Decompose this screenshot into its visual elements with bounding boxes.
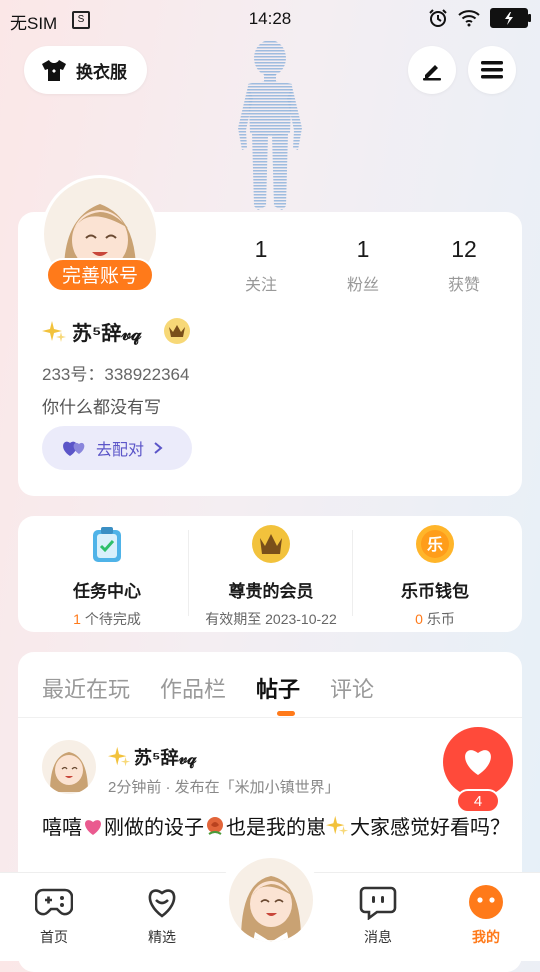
like-button[interactable] — [443, 727, 513, 797]
nav-me[interactable]: 我的 — [446, 884, 526, 947]
post-text-part: 嘻嘻 — [42, 817, 82, 839]
coin-wallet[interactable]: 乐 乐币钱包 0 乐币 — [352, 520, 518, 629]
tab-comments[interactable]: 评论 — [330, 672, 374, 704]
vip-member[interactable]: 尊贵的会员 有效期至 2023-10-22 — [188, 520, 354, 629]
post-meta[interactable]: 2分钟前 · 发布在「米加小镇世界」 — [108, 776, 340, 797]
me-icon — [469, 885, 503, 919]
stat-followers[interactable]: 1 粉丝 — [323, 236, 403, 295]
double-heart-icon — [63, 441, 85, 456]
username: 苏⁵辞𝓋𝓆 — [42, 317, 141, 346]
menu-button[interactable] — [468, 46, 516, 94]
bio: 你什么都没有写 — [42, 398, 161, 417]
post-text-part: 也是我的崽 — [226, 817, 326, 839]
following-label: 关注 — [244, 277, 277, 294]
heart-outline-icon — [148, 889, 176, 918]
likes-count: 12 — [451, 236, 477, 262]
hamburger-icon — [481, 61, 503, 79]
wallet-title: 乐币钱包 — [401, 582, 469, 601]
followers-label: 粉丝 — [346, 277, 379, 294]
avatar-figure-hologram[interactable] — [220, 38, 320, 214]
rose-icon — [207, 817, 223, 835]
post-author-avatar[interactable] — [42, 740, 96, 794]
nav-messages-label: 消息 — [364, 929, 392, 945]
coin-char: 乐 — [427, 535, 443, 554]
tab-works[interactable]: 作品栏 — [160, 672, 226, 704]
battery-icon — [490, 8, 531, 28]
task-center-title: 任务中心 — [73, 582, 141, 601]
following-count: 1 — [254, 236, 268, 262]
clipboard-icon — [93, 527, 121, 562]
divider — [18, 717, 522, 718]
likes-label: 获赞 — [447, 277, 480, 294]
nav-messages[interactable]: 消息 — [338, 884, 418, 947]
sparkle-icon — [108, 746, 131, 767]
coin-label: 乐币 — [426, 611, 455, 627]
sparkle-icon — [42, 320, 66, 342]
post-text-part: 大家感觉好看吗？ — [350, 817, 510, 839]
tab-recent[interactable]: 最近在玩 — [42, 672, 130, 704]
sparkle-icon — [326, 815, 349, 836]
heart-icon — [465, 750, 491, 775]
change-outfit-button[interactable]: 换衣服 — [24, 46, 147, 94]
post-author-text: 苏⁵辞𝓋𝓆 — [134, 748, 197, 768]
go-pair-button[interactable]: 去配对 — [42, 426, 192, 470]
pen-icon — [423, 65, 441, 81]
chevron-right-icon — [154, 442, 163, 454]
nav-home-label: 首页 — [40, 929, 68, 945]
tab-indicator — [277, 711, 295, 716]
pink-heart-icon — [85, 820, 101, 835]
tab-posts[interactable]: 帖子 — [256, 672, 300, 704]
username-text: 苏⁵辞𝓋𝓆 — [72, 323, 142, 345]
go-pair-label: 去配对 — [96, 442, 145, 459]
alarm-icon — [429, 9, 447, 27]
task-center-sub: 1 个待完成 — [24, 609, 190, 629]
chat-icon — [359, 886, 397, 921]
followers-count: 1 — [356, 236, 370, 262]
status-bar: 无SIM S 14:28 — [0, 0, 540, 38]
nav-home[interactable]: 首页 — [14, 884, 94, 947]
task-pending-count: 1 — [73, 611, 81, 627]
feed-tabs: 最近在玩 作品栏 帖子 评论 — [42, 672, 374, 704]
wifi-icon — [458, 10, 480, 27]
gamepad-icon — [34, 888, 74, 916]
post-author-name[interactable]: 苏⁵辞𝓋𝓆 — [108, 744, 196, 770]
nav-featured[interactable]: 精选 — [122, 884, 202, 947]
nav-featured-label: 精选 — [148, 929, 176, 945]
post-text[interactable]: 嘻嘻 刚做的设子 也是我的崽 大家感觉好看吗？ — [42, 814, 512, 841]
edit-button[interactable] — [408, 46, 456, 94]
post-text-part: 刚做的设子 — [104, 817, 204, 839]
wallet-sub: 0 乐币 — [352, 609, 518, 629]
nav-me-label: 我的 — [472, 929, 500, 945]
user-id: 233号：338922364 — [42, 365, 190, 384]
tshirt-icon — [42, 60, 66, 81]
task-center[interactable]: 任务中心 1 个待完成 — [24, 520, 190, 629]
center-avatar-button[interactable] — [229, 858, 313, 942]
coin-icon: 乐 — [416, 525, 454, 563]
change-outfit-label: 换衣服 — [76, 62, 127, 82]
stat-likes[interactable]: 12 获赞 — [424, 236, 504, 295]
like-count: 4 — [456, 789, 500, 813]
vip-crown-icon[interactable] — [164, 318, 190, 344]
coin-count: 0 — [415, 611, 423, 627]
vip-title: 尊贵的会员 — [228, 582, 314, 601]
vip-expiry: 有效期至 2023-10-22 — [205, 611, 337, 627]
task-pending-label: 个待完成 — [84, 611, 141, 627]
stat-following[interactable]: 1 关注 — [221, 236, 301, 295]
complete-account-button[interactable]: 完善账号 — [46, 258, 154, 292]
crown-icon — [252, 525, 290, 563]
